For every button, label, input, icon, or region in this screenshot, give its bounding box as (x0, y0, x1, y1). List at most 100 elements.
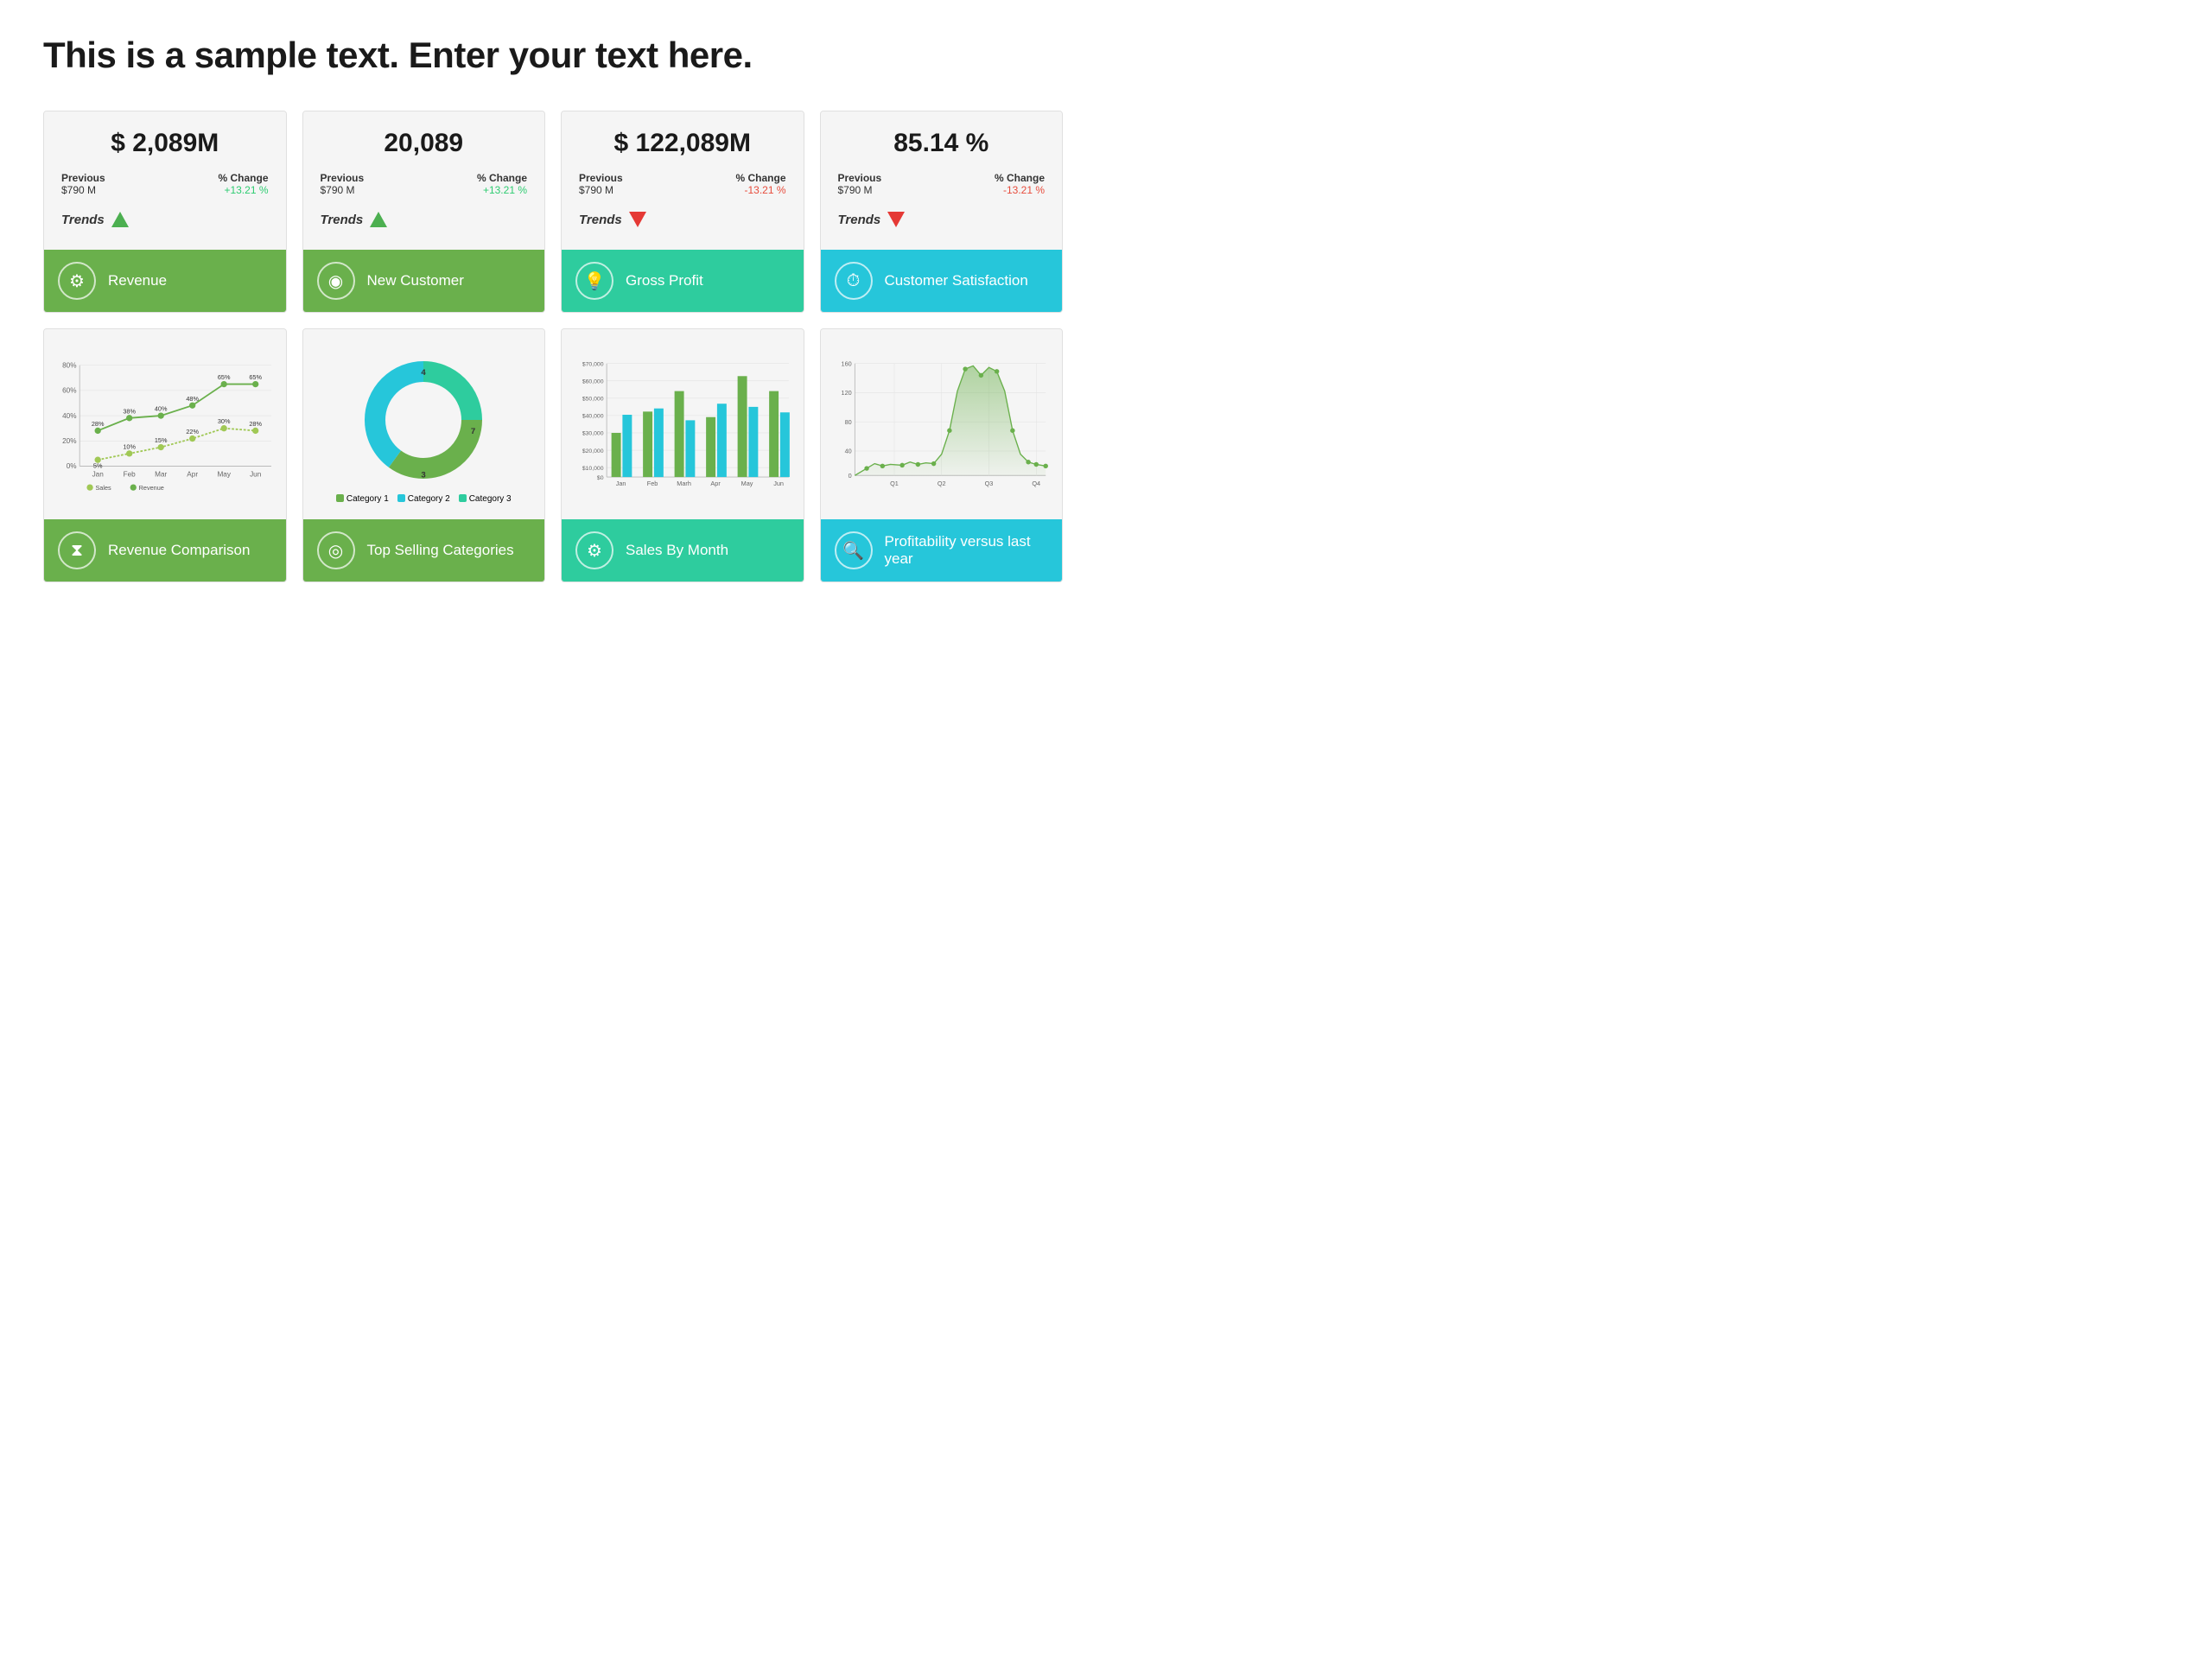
svg-text:Q4: Q4 (1032, 480, 1040, 487)
svg-text:80: 80 (844, 418, 851, 426)
chart-footer-label-3: Profitability versus last year (885, 533, 1049, 569)
kpi-icon-2: 💡 (575, 262, 613, 300)
line-chart-svg: 80% 60% 40% 20% 0% Jan Feb (54, 353, 276, 495)
svg-text:Jun: Jun (773, 480, 784, 487)
chart-icon-1: ◎ (317, 531, 355, 569)
donut-wrap: 4 7 3 Category 1 Category 2 Category 3 (314, 351, 535, 504)
kpi-prev-val-1: $790 M (321, 184, 365, 196)
kpi-chg-val-1: +13.21 % (477, 184, 527, 196)
svg-text:40%: 40% (155, 405, 168, 413)
svg-text:Mar: Mar (155, 471, 167, 479)
kpi-card-1: 20,089 Previous $790 M % Change +13.21 %… (302, 111, 546, 313)
kpi-icon-3: ⏱ (835, 262, 873, 300)
bar-chart-svg: $70,000 $60,000 $50,000 $40,000 $30,000 … (572, 352, 793, 498)
svg-text:$0: $0 (597, 475, 604, 481)
kpi-footer-1: ◉ New Customer (303, 250, 545, 312)
donut-chart-svg: 4 7 3 (354, 351, 493, 489)
svg-text:20%: 20% (62, 437, 76, 445)
kpi-value-2: $ 122,089M (579, 129, 786, 158)
svg-text:May: May (217, 471, 231, 479)
kpi-footer-0: ⚙ Revenue (44, 250, 286, 312)
kpi-prev-label-0: Previous (61, 172, 105, 184)
svg-text:60%: 60% (62, 387, 76, 395)
trend-arrow-up-0 (111, 212, 129, 227)
kpi-trends-0: Trends (61, 213, 105, 227)
svg-text:65%: 65% (249, 373, 262, 381)
chart-footer-label-1: Top Selling Categories (367, 542, 514, 559)
svg-text:4: 4 (422, 368, 427, 378)
kpi-prev-label-2: Previous (579, 172, 623, 184)
chart-footer-label-0: Revenue Comparison (108, 542, 250, 559)
svg-text:$50,000: $50,000 (582, 397, 604, 403)
svg-text:$70,000: $70,000 (582, 362, 604, 368)
page-title: This is a sample text. Enter your text h… (43, 35, 1063, 76)
svg-text:Jan: Jan (92, 471, 105, 479)
svg-text:28%: 28% (249, 420, 262, 428)
svg-text:Q1: Q1 (890, 480, 899, 487)
trend-arrow-down-2 (629, 212, 646, 227)
chart-footer-2: ⚙ Sales By Month (562, 519, 804, 582)
svg-text:$30,000: $30,000 (582, 431, 604, 437)
prof-chart-wrap: 160 120 80 40 0 Q1 Q2 (831, 352, 1052, 502)
svg-text:3: 3 (422, 470, 426, 480)
svg-text:120: 120 (841, 389, 851, 397)
trend-arrow-down-3 (887, 212, 905, 227)
kpi-footer-label-0: Revenue (108, 272, 167, 289)
trend-arrow-up-1 (370, 212, 387, 227)
svg-text:Marh: Marh (677, 480, 691, 487)
chart-card-2: $70,000 $60,000 $50,000 $40,000 $30,000 … (561, 328, 804, 582)
kpi-card-0: $ 2,089M Previous $790 M % Change +13.21… (43, 111, 287, 313)
kpi-trends-2: Trends (579, 213, 622, 227)
svg-text:15%: 15% (155, 436, 168, 444)
kpi-chg-label-3: % Change (995, 172, 1045, 184)
line-chart-wrap: 80% 60% 40% 20% 0% Jan Feb (54, 353, 276, 499)
kpi-trends-3: Trends (838, 213, 881, 227)
kpi-prev-label-3: Previous (838, 172, 882, 184)
svg-text:30%: 30% (218, 418, 231, 426)
chart-footer-1: ◎ Top Selling Categories (303, 519, 545, 582)
svg-text:0%: 0% (67, 463, 77, 471)
kpi-footer-label-1: New Customer (367, 272, 464, 289)
svg-text:80%: 80% (62, 362, 76, 370)
svg-text:10%: 10% (123, 443, 136, 451)
dashboard: $ 2,089M Previous $790 M % Change +13.21… (43, 111, 1063, 582)
svg-text:Feb: Feb (647, 480, 658, 487)
area-chart-area: 160 120 80 40 0 Q1 Q2 (821, 329, 1063, 519)
kpi-chg-val-2: -13.21 % (735, 184, 785, 196)
chart-card-1: 4 7 3 Category 1 Category 2 Category 3 ◎… (302, 328, 546, 582)
chart-card-0: 80% 60% 40% 20% 0% Jan Feb (43, 328, 287, 582)
kpi-prev-val-3: $790 M (838, 184, 882, 196)
kpi-card-2: $ 122,089M Previous $790 M % Change -13.… (561, 111, 804, 313)
kpi-footer-label-2: Gross Profit (626, 272, 703, 289)
svg-text:Q2: Q2 (937, 480, 945, 487)
svg-text:May: May (741, 480, 753, 487)
chart-footer-label-2: Sales By Month (626, 542, 728, 559)
svg-text:Jun: Jun (250, 471, 262, 479)
chart-icon-2: ⚙ (575, 531, 613, 569)
area-chart-svg: 160 120 80 40 0 Q1 Q2 (831, 352, 1052, 498)
svg-text:38%: 38% (123, 408, 136, 416)
svg-text:Apr: Apr (710, 480, 721, 487)
svg-text:$40,000: $40,000 (582, 414, 604, 420)
chart-footer-3: 🔍 Profitability versus last year (821, 519, 1063, 582)
svg-text:7: 7 (471, 427, 475, 436)
line-chart-area: 80% 60% 40% 20% 0% Jan Feb (44, 329, 286, 519)
chart-icon-0: ⧗ (58, 531, 96, 569)
kpi-value-1: 20,089 (321, 129, 528, 158)
donut-chart-area: 4 7 3 Category 1 Category 2 Category 3 (303, 329, 545, 519)
chart-icon-3: 🔍 (835, 531, 873, 569)
svg-text:$20,000: $20,000 (582, 448, 604, 454)
kpi-footer-2: 💡 Gross Profit (562, 250, 804, 312)
kpi-value-3: 85.14 % (838, 129, 1046, 158)
kpi-prev-label-1: Previous (321, 172, 365, 184)
svg-text:65%: 65% (218, 373, 231, 381)
kpi-icon-1: ◉ (317, 262, 355, 300)
kpi-chg-label-1: % Change (477, 172, 527, 184)
svg-text:5%: 5% (93, 462, 103, 470)
svg-text:40%: 40% (62, 412, 76, 420)
kpi-chg-label-0: % Change (218, 172, 268, 184)
svg-text:28%: 28% (92, 420, 105, 428)
kpi-footer-label-3: Customer Satisfaction (885, 272, 1028, 289)
svg-text:Revenue: Revenue (139, 484, 164, 492)
svg-text:160: 160 (841, 360, 851, 368)
